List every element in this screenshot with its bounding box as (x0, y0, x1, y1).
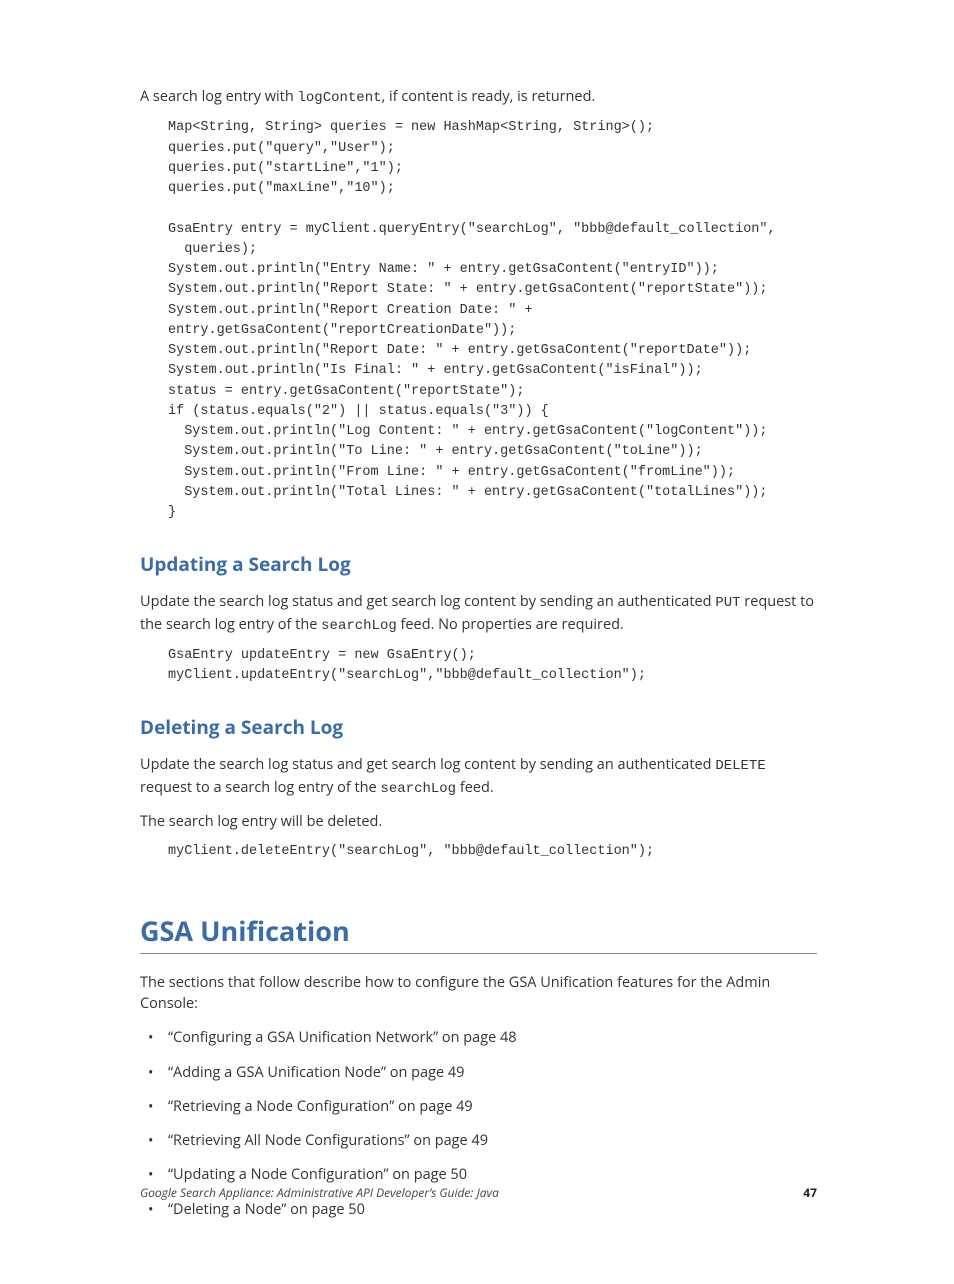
s1-code2: searchLog (321, 618, 397, 634)
list-item: “Retrieving All Node Configurations” on … (140, 1131, 817, 1151)
intro-paragraph: A search log entry with logContent, if c… (140, 86, 817, 108)
footer-title: Google Search Appliance: Administrative … (140, 1184, 499, 1201)
intro-prefix: A search log entry with (140, 87, 297, 106)
s2-pre: Update the search log status and get sea… (140, 755, 715, 774)
footer-page-number: 47 (803, 1184, 817, 1201)
s1-code1: PUT (715, 595, 740, 611)
list-item: “Adding a GSA Unification Node” on page … (140, 1063, 817, 1083)
intro-suffix: , if content is ready, is returned. (382, 87, 596, 106)
list-item: “Retrieving a Node Configuration” on pag… (140, 1097, 817, 1117)
list-item: “Configuring a GSA Unification Network” … (140, 1028, 817, 1048)
section1-paragraph: Update the search log status and get sea… (140, 591, 817, 636)
s2-code2: searchLog (380, 781, 456, 797)
code-block-2: GsaEntry updateEntry = new GsaEntry(); m… (168, 646, 817, 687)
list-item: “Updating a Node Configuration” on page … (140, 1165, 817, 1185)
page-footer: Google Search Appliance: Administrative … (140, 1184, 817, 1201)
heading-rule (140, 953, 817, 954)
heading-updating-search-log: Updating a Search Log (140, 551, 817, 577)
heading-gsa-unification: GSA Unification (140, 912, 817, 949)
s2-code1: DELETE (715, 758, 765, 774)
s2-mid: request to a search log entry of the (140, 778, 380, 797)
s1-pre: Update the search log status and get sea… (140, 592, 715, 611)
section2-paragraph-1: Update the search log status and get sea… (140, 754, 817, 799)
heading-deleting-search-log: Deleting a Search Log (140, 714, 817, 740)
section3-intro: The sections that follow describe how to… (140, 972, 817, 1014)
code-block-3: myClient.deleteEntry("searchLog", "bbb@d… (168, 842, 817, 862)
s1-suf: feed. No properties are required. (397, 615, 624, 634)
section2-paragraph-2: The search log entry will be deleted. (140, 811, 817, 832)
intro-code: logContent (297, 90, 381, 106)
code-block-1: Map<String, String> queries = new HashMa… (168, 118, 817, 523)
list-item: “Deleting a Node” on page 50 (140, 1200, 817, 1220)
s2-suf: feed. (456, 778, 494, 797)
